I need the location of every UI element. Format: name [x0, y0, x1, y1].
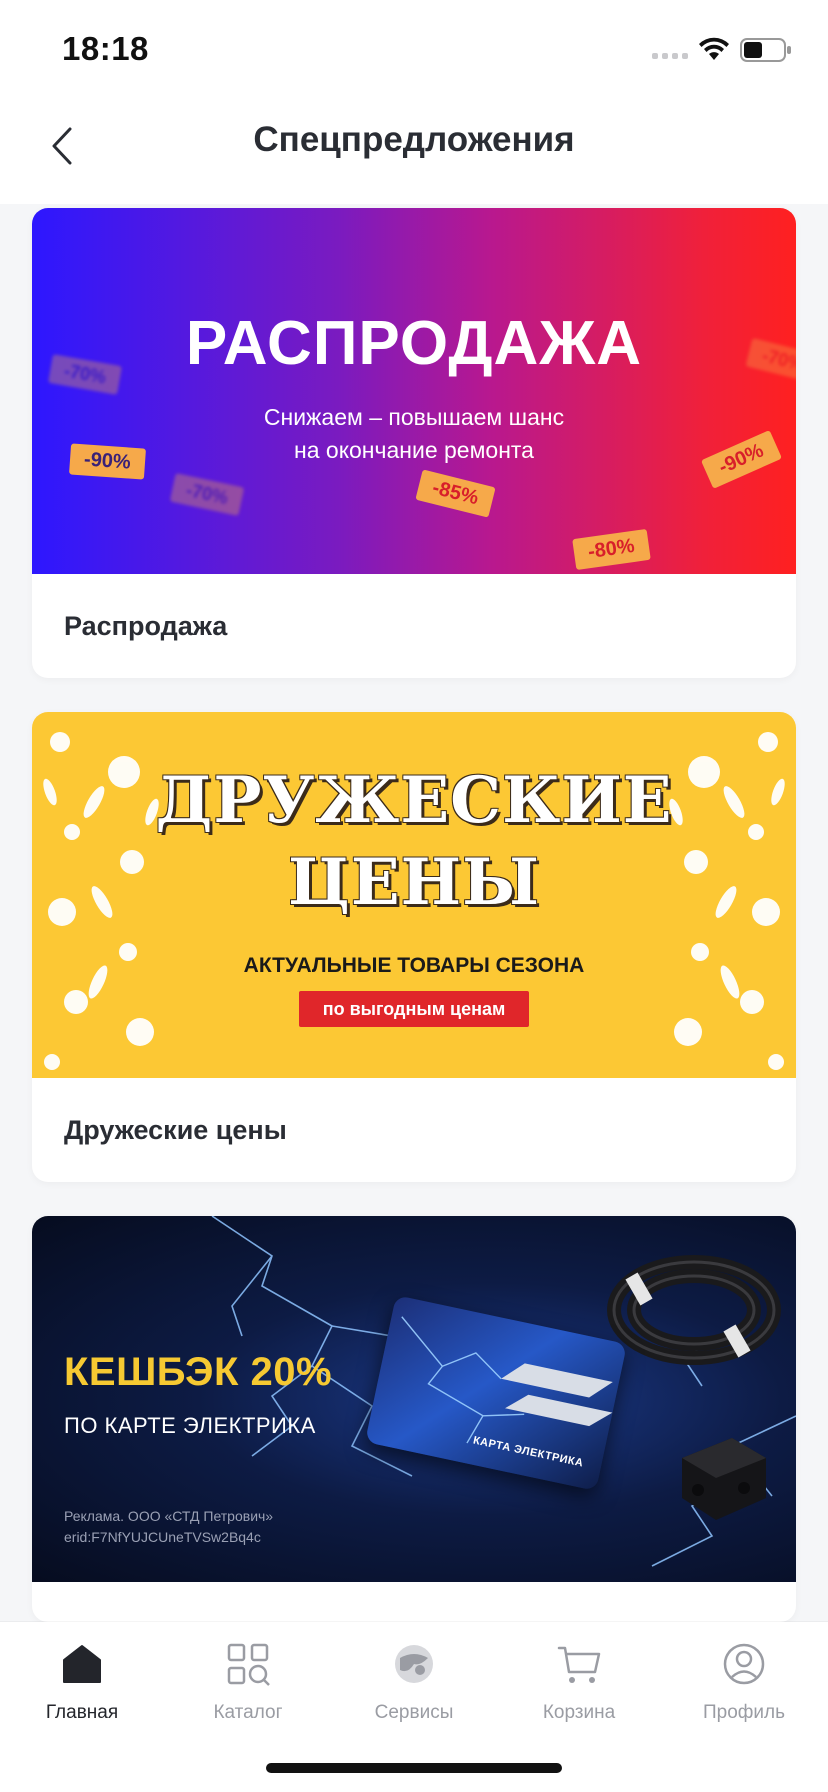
nav-header: Спецпредложения: [0, 92, 828, 204]
tab-home-label: Главная: [45, 1702, 119, 1723]
discount-tag: -70%: [169, 473, 245, 516]
profile-icon: [723, 1643, 765, 1685]
cashback-banner-title: КЕШБЭК 20%: [64, 1350, 333, 1394]
junction-box-image: [682, 1438, 766, 1520]
tab-profile-label: Профиль: [702, 1702, 786, 1723]
sale-banner-title: РАСПРОДАЖА: [185, 309, 643, 378]
promo-card-title: [32, 1582, 796, 1622]
ad-disclaimer: Реклама. ООО «СТД Петрович» erid:F7NfYUJ…: [64, 1506, 273, 1548]
status-time: 18:18: [62, 30, 149, 67]
tab-catalog[interactable]: Каталог: [183, 1640, 313, 1724]
wifi-icon: [699, 37, 729, 60]
tab-catalog-label: Каталог: [213, 1702, 283, 1723]
promo-card-cashback[interactable]: КАРТА ЭЛЕКТРИКА КЕШБЭК 20% ПО КАРТЕ ЭЛЕК…: [32, 1216, 796, 1622]
sale-banner-subtitle-line: Снижаем – повышаем шанс: [263, 404, 565, 430]
tab-home[interactable]: Главная: [17, 1640, 147, 1724]
catalog-icon: [227, 1643, 270, 1686]
tab-profile[interactable]: Профиль: [679, 1640, 809, 1724]
home-icon: [63, 1645, 101, 1683]
services-icon: [395, 1645, 433, 1683]
promo-card-title: Дружеские цены: [64, 1114, 287, 1145]
friendly-prices-banner-title: ДРУЖЕСКИЕ ЦЕНЫ: [32, 760, 796, 924]
friendly-prices-subtitle: АКТУАЛЬНЫЕ ТОВАРЫ СЕЗОНА: [243, 954, 585, 977]
promo-card-title: Распродажа: [64, 610, 228, 641]
cashback-banner-subtitle: ПО КАРТЕ ЭЛЕКТРИКА: [64, 1413, 316, 1438]
tab-services[interactable]: Сервисы: [349, 1640, 479, 1724]
page-title: Спецпредложения: [253, 120, 575, 159]
home-indicator: [266, 1763, 562, 1773]
cart-icon: [557, 1646, 601, 1683]
sale-banner-subtitle-line: на окончание ремонта: [294, 437, 534, 463]
battery-icon: [740, 38, 791, 62]
friendly-prices-pill: по выгодным ценам: [299, 991, 529, 1027]
discount-tag: -80%: [572, 528, 651, 571]
cashback-banner: КАРТА ЭЛЕКТРИКА КЕШБЭК 20% ПО КАРТЕ ЭЛЕК…: [32, 1216, 796, 1582]
cellular-signal-icon: [652, 53, 688, 59]
tab-cart[interactable]: Корзина: [514, 1640, 644, 1724]
promo-card-sale[interactable]: -70% -90% -70% -85% -80% -90% -70% РАСПР…: [32, 208, 796, 678]
promo-card-friendly-prices[interactable]: ДРУЖЕСКИЕ ЦЕНЫ АКТУАЛЬНЫЕ ТОВАРЫ СЕЗОНА …: [32, 712, 796, 1182]
bottom-tab-bar: Главная Каталог Сервисы Корзина Профиль: [0, 1622, 828, 1792]
friendly-prices-title-line: ЦЕНЫ: [288, 845, 540, 920]
tab-cart-label: Корзина: [542, 1702, 616, 1723]
ad-disclaimer-line: Реклама. ООО «СТД Петрович»: [64, 1508, 274, 1524]
friendly-prices-title-line: ДРУЖЕСКИЕ: [155, 763, 673, 838]
ad-disclaimer-line: erid:F7NfYUJCUneTVSw2Bq4c: [64, 1529, 261, 1545]
friendly-prices-banner: ДРУЖЕСКИЕ ЦЕНЫ АКТУАЛЬНЫЕ ТОВАРЫ СЕЗОНА …: [32, 712, 796, 1078]
tab-services-label: Сервисы: [374, 1702, 454, 1723]
status-bar: 18:18: [0, 0, 828, 92]
sale-banner: -70% -90% -70% -85% -80% -90% -70% РАСПР…: [32, 208, 796, 574]
discount-tag: -85%: [415, 469, 496, 518]
sale-banner-subtitle: Снижаем – повышаем шанс на окончание рем…: [32, 401, 796, 467]
screen: 18:18 Спецпредложения -70% -90% -70% -85…: [0, 0, 828, 1792]
